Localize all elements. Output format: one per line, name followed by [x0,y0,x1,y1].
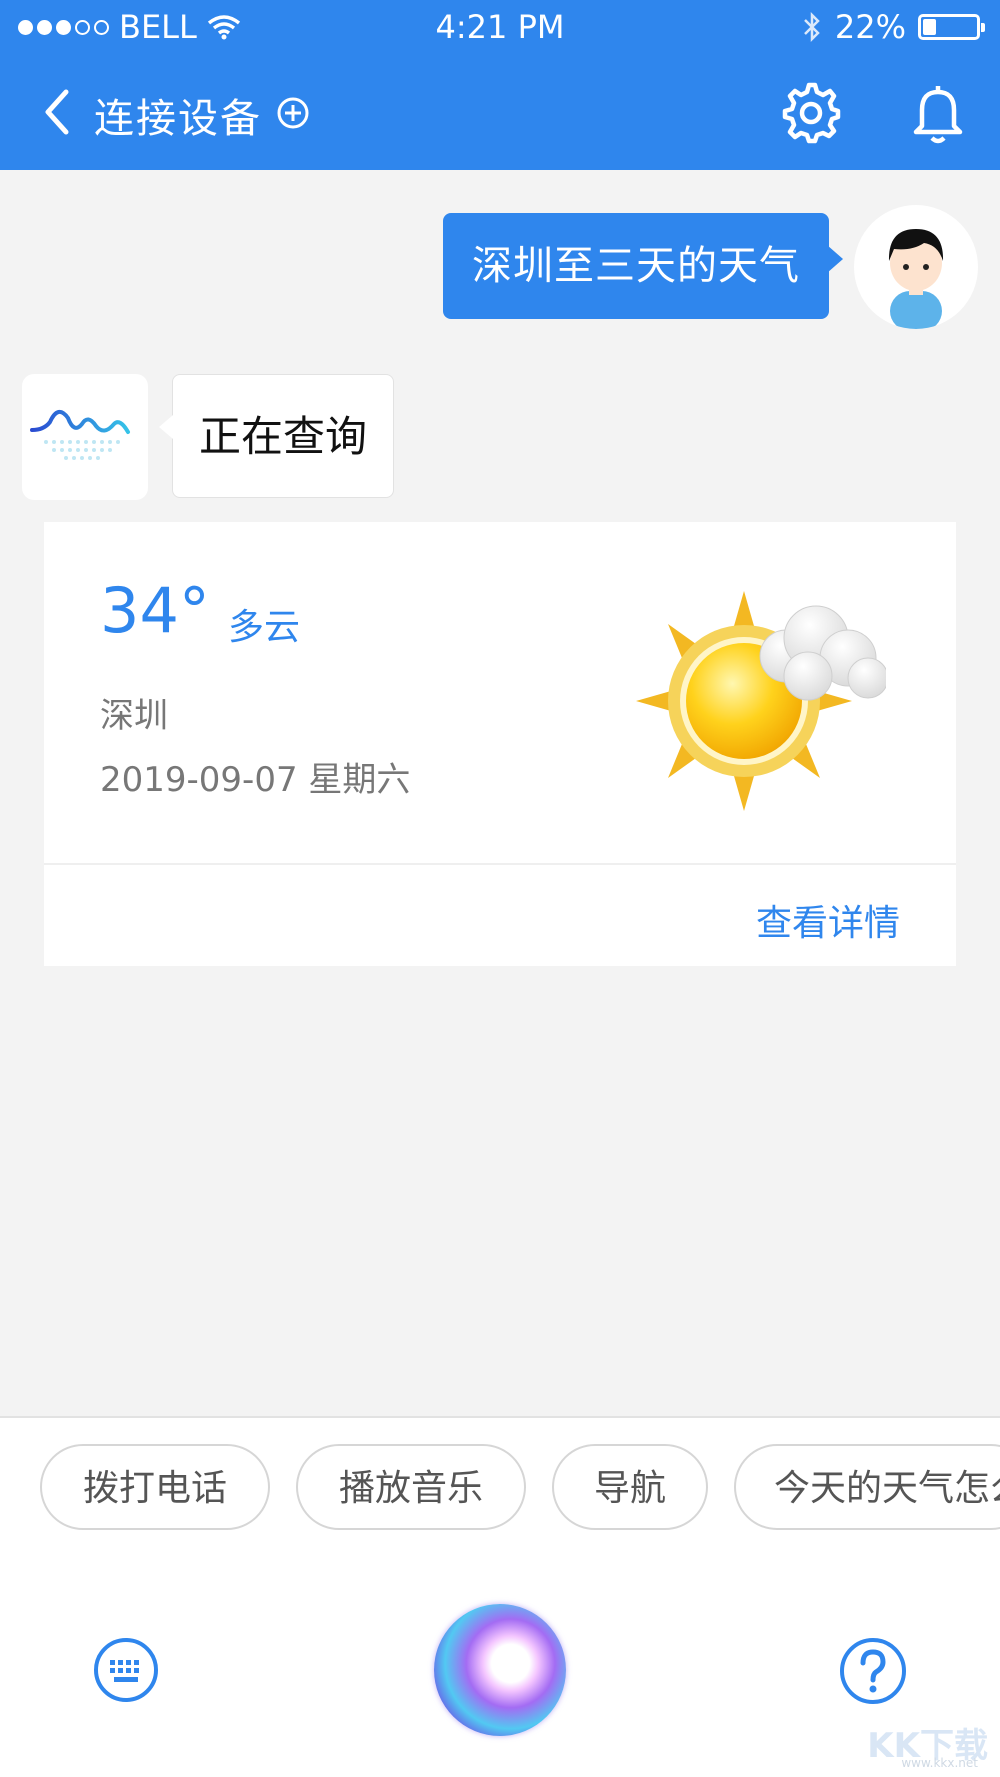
bottom-bar: KK下载 www.kkx.net [0,1560,1000,1777]
suggestion-chip-weather[interactable]: 今天的天气怎么样 [734,1444,1000,1530]
weather-condition: 多云 [228,607,301,648]
voice-assistant-icon[interactable] [434,1604,566,1736]
suggestion-chip-navigation[interactable]: 导航 [552,1444,708,1530]
bell-icon[interactable] [908,80,968,146]
header: BELL 4:21 PM 22% 连接设备 [0,0,1000,170]
assistant-wave-logo-icon [30,410,130,460]
battery-icon [918,14,985,40]
battery-percent: 22% [834,8,906,46]
view-details-link[interactable]: 查看详情 [756,894,900,946]
weather-card[interactable]: 34° 多云 深圳 2019-09-07 星期六 查看详情 [44,522,956,966]
weather-city: 深圳 [100,696,168,736]
watermark-url: www.kkx.net [901,1756,978,1770]
add-circle-icon[interactable] [276,96,310,130]
weather-temperature: 34° [100,574,210,647]
weather-date: 2019-09-07 星期六 [100,760,411,800]
card-divider [44,863,956,865]
suggestion-chip-call[interactable]: 拨打电话 [40,1444,270,1530]
partly-cloudy-icon [636,591,886,811]
user-avatar-icon [888,229,944,329]
nav-bar: 连接设备 [0,62,1000,162]
assistant-message-bubble: 正在查询 [159,374,394,498]
bluetooth-icon [803,11,820,43]
suggestion-bar: 拨打电话 播放音乐 导航 今天的天气怎么样 [0,1416,1000,1562]
keyboard-icon[interactable] [92,1636,160,1704]
suggestion-chip-music[interactable]: 播放音乐 [296,1444,526,1530]
gear-icon[interactable] [778,80,844,146]
help-icon[interactable] [838,1636,908,1706]
user-message-bubble: 深圳至三天的天气 [443,213,843,319]
page-title[interactable]: 连接设备 [94,86,262,144]
status-bar: BELL 4:21 PM 22% [0,0,1000,52]
chevron-left-icon[interactable] [38,84,78,140]
user-avatar[interactable] [854,205,978,329]
assistant-avatar [22,374,148,500]
